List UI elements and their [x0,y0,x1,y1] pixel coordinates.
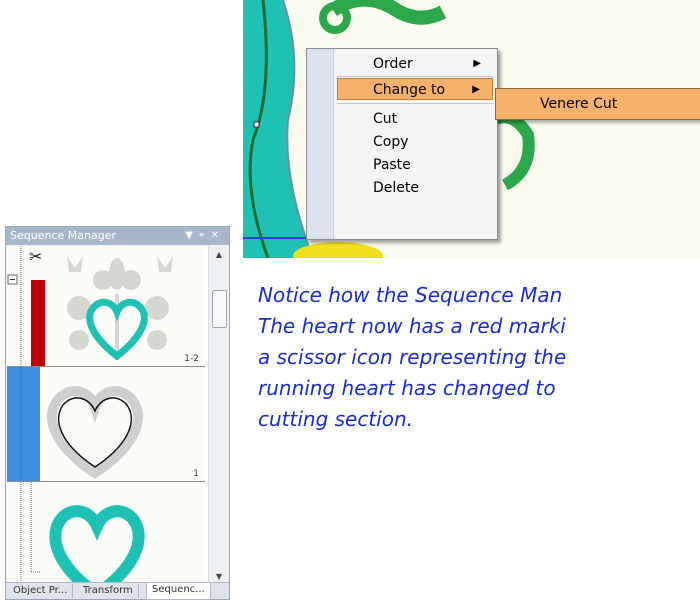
menu-item-copy[interactable]: Copy [337,131,493,153]
caption-line: The heart now has a red marki [258,314,566,338]
submenu-arrow-icon: ▶ [472,84,480,95]
scroll-up-icon[interactable]: ▲ [212,248,226,262]
scissors-icon: ✂ [29,247,43,266]
scrollbar-thumb[interactable] [212,290,227,328]
submenu-venere-cut[interactable]: Venere Cut [495,88,700,120]
caption-text: Notice how the Sequence Man The heart no… [258,280,700,435]
caption-line: Notice how the Sequence Man [258,283,563,307]
sequence-row[interactable]: 1 [7,367,205,482]
menu-item-change-to-label: Change to [373,82,446,98]
dropdown-icon[interactable]: ▼ [185,230,199,241]
menu-item-paste-label: Paste [373,157,411,173]
vertical-scrollbar[interactable]: ▲ ▼ [208,246,229,586]
menu-item-paste[interactable]: Paste [337,154,493,176]
menu-item-delete-label: Delete [373,180,419,196]
submenu-arrow-icon: ▶ [473,58,481,69]
sequence-number: 1-2 [184,354,199,364]
menu-separator [337,103,493,104]
caption-line: a scissor icon representing the [258,345,567,369]
sequence-manager-panel: Sequence Manager ▼⌖✕ ✂ 1-2 1 ▲ ▼ Object … [5,226,230,600]
context-menu-screenshot: Order ▶ Change to ▶ Cut Copy Paste Delet… [243,0,700,258]
menu-item-copy-label: Copy [373,134,409,150]
tab-transform[interactable]: Transform [78,584,139,598]
pin-icon[interactable]: ⌖ [199,230,211,241]
tab-sequence[interactable]: Sequenc... [146,582,211,600]
caption-line: cutting section. [258,407,414,431]
close-icon[interactable]: ✕ [211,230,225,241]
sequence-row[interactable]: ✂ 1-2 [7,246,205,367]
row-thumbnail [20,482,145,586]
menu-icon-gutter [307,49,334,239]
tab-object-properties[interactable]: Object Pr... [8,584,74,598]
menu-item-cut-label: Cut [373,111,398,127]
submenu-item-label: Venere Cut [540,96,618,112]
panel-title: Sequence Manager [10,229,116,242]
menu-separator [337,76,493,77]
panel-tabs: Object Pr... Transform Sequenc... [6,582,229,600]
context-menu: Order ▶ Change to ▶ Cut Copy Paste Delet… [306,48,498,240]
menu-item-change-to[interactable]: Change to ▶ [337,78,493,100]
sequence-row[interactable] [7,482,205,586]
panel-title-bar: Sequence Manager ▼⌖✕ [6,227,229,245]
sequence-number: 1 [193,469,199,479]
sequence-list: ✂ 1-2 1 ▲ ▼ [7,246,229,586]
menu-item-delete[interactable]: Delete [337,177,493,199]
menu-item-cut[interactable]: Cut [337,108,493,130]
caption-line: running heart has changed to [258,376,556,400]
menu-item-order[interactable]: Order ▶ [337,53,493,75]
menu-item-order-label: Order [373,56,413,72]
row-thumbnail [7,367,144,481]
